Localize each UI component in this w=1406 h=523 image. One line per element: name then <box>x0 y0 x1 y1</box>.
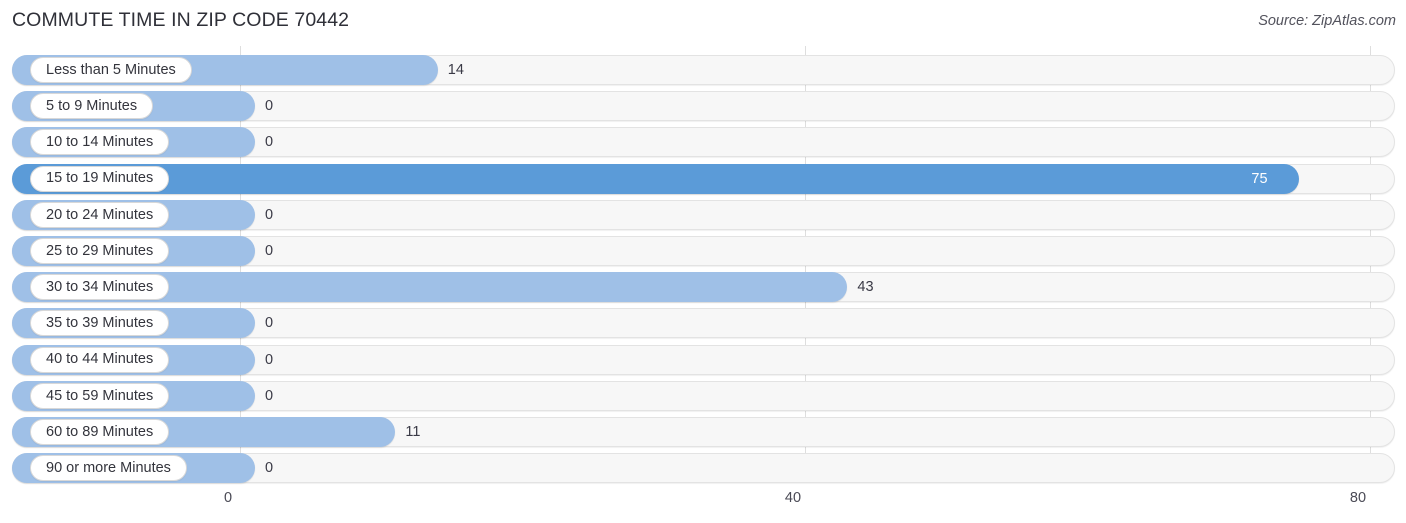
bar-label: 20 to 24 Minutes <box>46 206 154 223</box>
bar-label-pill: 90 or more Minutes <box>30 455 187 482</box>
x-tick-label: 80 <box>1349 490 1367 506</box>
bar-label-pill: 20 to 24 Minutes <box>30 201 170 228</box>
bar-label: 15 to 19 Minutes <box>46 170 154 187</box>
chart-plot-area: Less than 5 Minutes 14 5 to 9 Minutes 0 10 t… <box>0 46 1406 484</box>
bar-value-label: 0 <box>265 315 274 332</box>
bar-label-pill: 60 to 89 Minutes <box>30 419 170 445</box>
chart-header: COMMUTE TIME IN ZIP CODE 70442 Source: Z… <box>0 0 1406 46</box>
bar-row[interactable]: 40 to 44 Minutes 0 <box>12 344 1395 375</box>
bar-value-label: 0 <box>265 98 274 115</box>
bar-row[interactable]: 15 to 19 Minutes 75 <box>12 163 1395 194</box>
bar-row[interactable]: 5 to 9 Minutes 0 <box>12 91 1395 122</box>
bar-label: 10 to 14 Minutes <box>46 134 154 151</box>
bar-label-pill: 5 to 9 Minutes <box>30 93 154 120</box>
bar-value-label: 0 <box>265 351 274 368</box>
bar-label-pill: 10 to 14 Minutes <box>30 129 170 156</box>
bar-label: Less than 5 Minutes <box>46 61 176 78</box>
bar-label-pill: 25 to 29 Minutes <box>30 238 170 264</box>
bar-label-pill: 40 to 44 Minutes <box>30 346 170 373</box>
bar-value-label: 0 <box>265 206 274 223</box>
x-axis: 0 40 80 <box>0 480 1406 523</box>
bar-row[interactable]: 30 to 34 Minutes 43 <box>12 272 1395 303</box>
bar-row[interactable]: 10 to 14 Minutes 0 <box>12 127 1395 158</box>
bar-label-pill: 35 to 39 Minutes <box>30 310 170 337</box>
bar-label: 35 to 39 Minutes <box>46 315 154 332</box>
bar-label: 60 to 89 Minutes <box>46 423 154 440</box>
bar-value-label: 0 <box>265 387 274 404</box>
bar-label-pill: 45 to 59 Minutes <box>30 382 170 409</box>
bar-value-label: 43 <box>857 279 874 296</box>
bar-label: 45 to 59 Minutes <box>46 387 154 404</box>
bar-label-pill: 30 to 34 Minutes <box>30 274 170 301</box>
page-title: COMMUTE TIME IN ZIP CODE 70442 <box>12 9 350 31</box>
bar-value-label: 11 <box>405 424 421 440</box>
bar-value-label: 0 <box>265 243 274 259</box>
bar-row[interactable]: Less than 5 Minutes 14 <box>12 55 1395 85</box>
bar-row[interactable]: 45 to 59 Minutes 0 <box>12 380 1395 411</box>
bar-row[interactable]: 60 to 89 Minutes 11 <box>12 417 1395 447</box>
bar-value-label: 0 <box>265 460 274 477</box>
x-tick-label: 40 <box>784 490 802 506</box>
bar-label: 5 to 9 Minutes <box>46 97 138 114</box>
bar-row[interactable]: 35 to 39 Minutes 0 <box>12 308 1395 339</box>
bar-label: 25 to 29 Minutes <box>46 242 154 259</box>
bar-value-label: 0 <box>265 134 274 151</box>
bar-value-label: 75 <box>1251 170 1268 187</box>
bar-row[interactable]: 25 to 29 Minutes 0 <box>12 236 1395 266</box>
bar-value-label: 14 <box>447 62 464 78</box>
bar-label: 30 to 34 Minutes <box>46 278 154 295</box>
bar-label-pill: 15 to 19 Minutes <box>30 165 170 192</box>
bar-label-pill: Less than 5 Minutes <box>30 57 192 83</box>
bar-label: 90 or more Minutes <box>46 459 171 476</box>
source-attribution: Source: ZipAtlas.com <box>1258 13 1396 29</box>
bar[interactable] <box>12 163 1300 194</box>
bar-label: 40 to 44 Minutes <box>46 351 154 368</box>
x-tick-label: 0 <box>223 490 233 506</box>
bar-row[interactable]: 20 to 24 Minutes 0 <box>12 199 1395 230</box>
bar-row[interactable]: 90 or more Minutes 0 <box>12 453 1395 484</box>
